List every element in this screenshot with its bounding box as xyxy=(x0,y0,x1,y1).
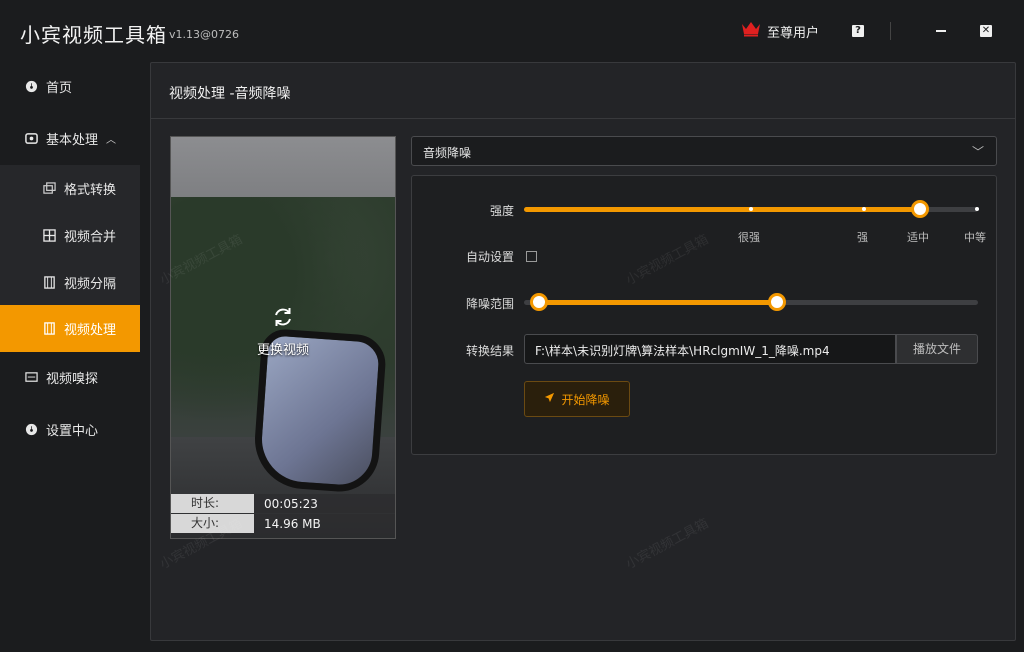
panel-header: 视频处理 -音频降噪 xyxy=(151,63,1015,119)
sidebar: 首页 基本处理 ︿ 格式转换 视频合并 视频分隔 视频处理 视频嗅探 设置中心 xyxy=(0,62,140,652)
mode-select-value: 音频降噪 xyxy=(423,146,472,160)
result-path-field[interactable]: F:\样本\未识别灯牌\算法样本\HRclgmIW_1_降噪.mp4 xyxy=(524,334,896,364)
sidebar-item-label: 首页 xyxy=(46,81,73,96)
strength-mark: 很强 xyxy=(738,231,760,244)
duration-key: 时长: xyxy=(171,494,254,513)
sidebar-item-video-process[interactable]: 视频处理 xyxy=(0,305,140,352)
sidebar-item-label: 视频合并 xyxy=(64,230,117,245)
video-preview[interactable]: 更换视频 时长: 00:05:23 大小: 14.96 MB xyxy=(170,136,396,539)
refresh-icon xyxy=(271,308,295,333)
sidebar-item-home[interactable]: 首页 xyxy=(0,63,140,110)
settings-panel: 强度 很强 强 适中 中等 自动设置 降噪范围 转换结果 F:\样本\未识别灯牌… xyxy=(411,175,997,455)
range-slider-max-knob[interactable] xyxy=(768,293,786,311)
size-value: 14.96 MB xyxy=(264,516,321,531)
close-button[interactable]: ✕ xyxy=(980,25,992,37)
app-version: v1.13@0726 xyxy=(169,28,239,41)
result-label: 转换结果 xyxy=(465,344,514,358)
sidebar-item-basic[interactable]: 基本处理 ︿ xyxy=(0,115,140,162)
strength-mark: 中等 xyxy=(964,231,986,244)
page-title: 视频处理 -音频降噪 xyxy=(169,86,291,102)
vip-badge[interactable]: 至尊用户 xyxy=(741,20,819,42)
film-icon xyxy=(42,322,56,336)
auto-setting-checkbox[interactable] xyxy=(526,251,537,262)
mode-select[interactable]: 音频降噪 ﹀ xyxy=(411,136,997,166)
strength-slider-fill xyxy=(524,207,920,212)
sidebar-item-video-merge[interactable]: 视频合并 xyxy=(0,212,140,259)
sidebar-item-label: 视频处理 xyxy=(64,323,117,338)
app-title: 小宾视频工具箱 xyxy=(20,23,167,47)
monitor-icon xyxy=(24,371,38,385)
sidebar-item-video-split[interactable]: 视频分隔 xyxy=(0,259,140,306)
range-slider-min-knob[interactable] xyxy=(530,293,548,311)
title-bar: 小宾视频工具箱 v1.13@0726 至尊用户 ? ✕ xyxy=(0,0,1024,62)
sidebar-item-label: 视频分隔 xyxy=(64,277,117,292)
sidebar-item-label: 设置中心 xyxy=(46,424,99,439)
strength-mark: 强 xyxy=(857,231,868,244)
strength-tick xyxy=(862,207,866,211)
titlebar-divider xyxy=(890,22,891,40)
crown-icon xyxy=(741,21,761,41)
duration-row: 时长: 00:05:23 xyxy=(171,494,395,513)
strength-slider-knob[interactable] xyxy=(911,200,929,218)
sidebar-item-label: 视频嗅探 xyxy=(46,372,99,387)
strength-mark: 适中 xyxy=(907,231,929,244)
sidebar-item-video-sniff[interactable]: 视频嗅探 xyxy=(0,354,140,401)
sidebar-item-label: 格式转换 xyxy=(64,183,117,198)
main-panel: 视频处理 -音频降噪 更换视频 时长: 00:05:23 大小: 14.96 M… xyxy=(150,62,1016,641)
sidebar-item-settings[interactable]: 设置中心 xyxy=(0,406,140,453)
watermark-text: 小宾视频工具箱 xyxy=(623,516,712,573)
denoise-range-label: 降噪范围 xyxy=(465,297,514,311)
range-slider-fill xyxy=(539,300,777,305)
replace-video-button[interactable]: 更换视频 xyxy=(171,305,395,358)
media-icon xyxy=(24,132,38,146)
replace-video-label: 更换视频 xyxy=(256,343,309,358)
strength-tick xyxy=(749,207,753,211)
duration-value: 00:05:23 xyxy=(264,496,318,511)
auto-setting-label: 自动设置 xyxy=(465,250,514,264)
sidebar-item-format-convert[interactable]: 格式转换 xyxy=(0,165,140,212)
merge-icon xyxy=(42,229,56,243)
dashboard-icon xyxy=(24,80,38,94)
convert-icon xyxy=(42,182,56,196)
chevron-up-icon: ︿ xyxy=(106,135,117,146)
gauge-icon xyxy=(24,423,38,437)
send-icon xyxy=(544,392,555,406)
strength-tick xyxy=(975,207,979,211)
film-icon xyxy=(42,276,56,290)
start-denoise-button[interactable]: 开始降噪 xyxy=(524,381,630,417)
start-denoise-label: 开始降噪 xyxy=(561,392,610,407)
sidebar-item-label: 基本处理 xyxy=(46,133,99,148)
chevron-down-icon: ﹀ xyxy=(971,145,984,159)
vip-label: 至尊用户 xyxy=(767,25,820,41)
play-file-button[interactable]: 播放文件 xyxy=(896,334,978,364)
help-button[interactable]: ? xyxy=(852,25,864,37)
strength-label: 强度 xyxy=(489,204,514,218)
minimize-button[interactable] xyxy=(936,30,946,32)
